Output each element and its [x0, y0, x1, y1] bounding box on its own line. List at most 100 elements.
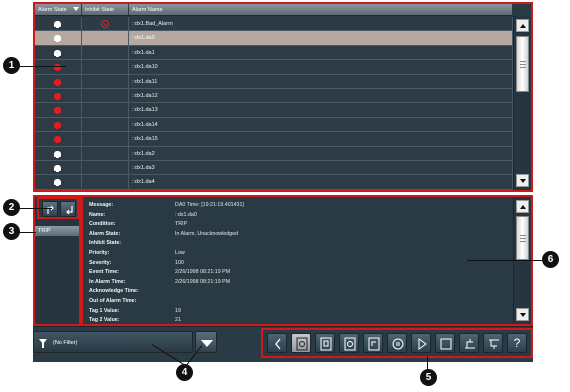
- table-row[interactable]: ::dx1.da2: [35, 146, 513, 161]
- acknowledge-all-button[interactable]: [363, 333, 383, 353]
- acknowledge-button[interactable]: [315, 333, 335, 353]
- details-button[interactable]: [291, 333, 311, 353]
- move-down-icon: [66, 206, 73, 215]
- suppress-button[interactable]: [459, 333, 479, 353]
- scroll-up-button[interactable]: [516, 19, 529, 32]
- filter-icon: [39, 339, 47, 348]
- suppress-icon: [465, 339, 475, 349]
- table-row[interactable]: ::dx1.da12: [35, 88, 513, 104]
- detail-value: 19: [175, 307, 181, 314]
- play-button[interactable]: [411, 333, 431, 353]
- column-alarm-name[interactable]: Alarm Name: [129, 4, 513, 15]
- table-row[interactable]: ::dx1.da10: [35, 60, 513, 75]
- alarm-bell-icon: [54, 21, 61, 28]
- alarm-table-header: Alarm State Inhibit State Alarm Name: [35, 4, 513, 16]
- table-row[interactable]: ::dx1.da11: [35, 74, 513, 89]
- move-down-button[interactable]: [60, 201, 76, 217]
- scroll-down-button[interactable]: [516, 174, 529, 187]
- alarm-name-cell: ::dx1.da13: [129, 103, 513, 117]
- table-row[interactable]: ::dx1.Bad_Alarm: [35, 17, 513, 32]
- alarm-name-cell: ::dx1.da14: [129, 117, 513, 132]
- alarm-name-cell: ::dx1.da0: [129, 31, 513, 45]
- alarm-name-cell: ::dx1.da4: [129, 175, 513, 189]
- detail-value: 100: [175, 259, 184, 266]
- chevron-left-button[interactable]: [267, 333, 287, 353]
- reset-button[interactable]: [387, 333, 407, 353]
- detail-value: 21: [175, 317, 181, 324]
- alarm-bell-icon: [54, 49, 61, 57]
- detail-label: Name:: [89, 211, 106, 218]
- inhibit-state-cell: [82, 117, 129, 132]
- table-row[interactable]: ::dx1.da4: [35, 175, 513, 190]
- alarm-table-scrollbar[interactable]: [513, 16, 531, 190]
- unsuppress-icon: [489, 339, 499, 349]
- inhibit-state-cell: [82, 31, 129, 45]
- detail-label: Alarm State:: [89, 230, 121, 237]
- detail-value: ::dx1.da0: [175, 211, 197, 218]
- acknowledge-page-button[interactable]: [339, 333, 359, 353]
- alarm-state-cell: [35, 88, 82, 103]
- acknowledge-page-icon: [344, 337, 356, 351]
- detail-label: Tag 2 Value:: [89, 317, 120, 324]
- filter-text: (No Filter): [53, 340, 78, 346]
- alarm-bell-icon: [54, 136, 61, 144]
- inhibit-state-cell: [82, 60, 129, 74]
- table-row[interactable]: ::dx1.da1: [35, 45, 513, 61]
- inhibit-state-cell: [82, 160, 129, 175]
- detail-label: Event Time:: [89, 269, 119, 276]
- column-alarm-state[interactable]: Alarm State: [35, 4, 82, 15]
- alarm-name-cell: ::dx1.da15: [129, 132, 513, 146]
- move-up-button[interactable]: [42, 201, 58, 217]
- alarm-details-panel: Message: DA0 Time: [19:21:19.401431] Name:…: [81, 195, 533, 326]
- arrow-up-icon: [519, 23, 526, 28]
- help-button[interactable]: ?: [507, 333, 527, 353]
- arrow-down-icon: [519, 178, 526, 183]
- alarm-name-cell: ::dx1.da3: [129, 160, 513, 175]
- filter-box[interactable]: (No Filter): [33, 331, 193, 353]
- detail-label: Out of Alarm Time:: [89, 298, 137, 304]
- detail-value: Low: [175, 250, 185, 256]
- inhibit-state-cell: [82, 45, 129, 60]
- reset-icon: [392, 338, 404, 350]
- alarm-name-cell: ::dx1.da10: [129, 60, 513, 74]
- unsuppress-button[interactable]: [483, 333, 503, 353]
- details-scroll-thumb[interactable]: [516, 216, 529, 260]
- help-icon: ?: [513, 336, 521, 350]
- alarm-name-cell: ::dx1.da11: [129, 74, 513, 88]
- detail-value: TRIP: [175, 221, 188, 228]
- table-row[interactable]: ::dx1.da15: [35, 132, 513, 147]
- detail-value: 2/26/1998 08:21:19 PM: [175, 269, 231, 276]
- callout-5: 5: [420, 369, 437, 386]
- detail-value: DA0 Time: [19:21:19.401431]: [175, 202, 244, 208]
- alarm-state-cell: [35, 45, 82, 60]
- alarm-state-cell: [35, 160, 82, 175]
- alarm-table: Alarm State Inhibit State Alarm Name ::d…: [33, 2, 533, 192]
- arrow-up-icon: [519, 204, 526, 209]
- table-row[interactable]: ::dx1.da13: [35, 103, 513, 118]
- alarm-name-cell: ::dx1.da12: [129, 88, 513, 103]
- alarm-bell-icon: [54, 92, 61, 100]
- detail-value: 2/26/1998 08:21:19 PM: [175, 278, 231, 285]
- scroll-thumb[interactable]: [516, 36, 529, 92]
- details-scroll-up-button[interactable]: [516, 200, 529, 213]
- callout-3-leader: [18, 232, 36, 233]
- callout-1: 1: [3, 57, 20, 74]
- stop-button[interactable]: [435, 333, 455, 353]
- alarm-bell-icon: [54, 179, 61, 187]
- alarm-name-cell: ::dx1.Bad_Alarm: [129, 17, 513, 31]
- table-row[interactable]: ::dx1.da14: [35, 117, 513, 133]
- column-inhibit-state[interactable]: Inhibit State: [82, 4, 129, 15]
- column-inhibit-state-label: Inhibit State: [85, 7, 115, 13]
- column-alarm-name-label: Alarm Name: [132, 7, 163, 13]
- detail-label: Acknowledge Time:: [89, 288, 139, 295]
- screenshot-stage: Alarm State Inhibit State Alarm Name ::d…: [0, 0, 570, 392]
- details-scroll-down-button[interactable]: [516, 308, 529, 321]
- column-alarm-state-label: Alarm State: [38, 7, 67, 13]
- inhibit-icon: [101, 20, 109, 28]
- alarm-state-cell: [35, 146, 82, 160]
- chevron-down-icon: [201, 340, 213, 347]
- callout-3: 3: [3, 223, 20, 240]
- table-row[interactable]: ::dx1.da0: [35, 31, 513, 46]
- alarm-list-item[interactable]: TRIP: [35, 226, 79, 236]
- table-row[interactable]: ::dx1.da3: [35, 160, 513, 176]
